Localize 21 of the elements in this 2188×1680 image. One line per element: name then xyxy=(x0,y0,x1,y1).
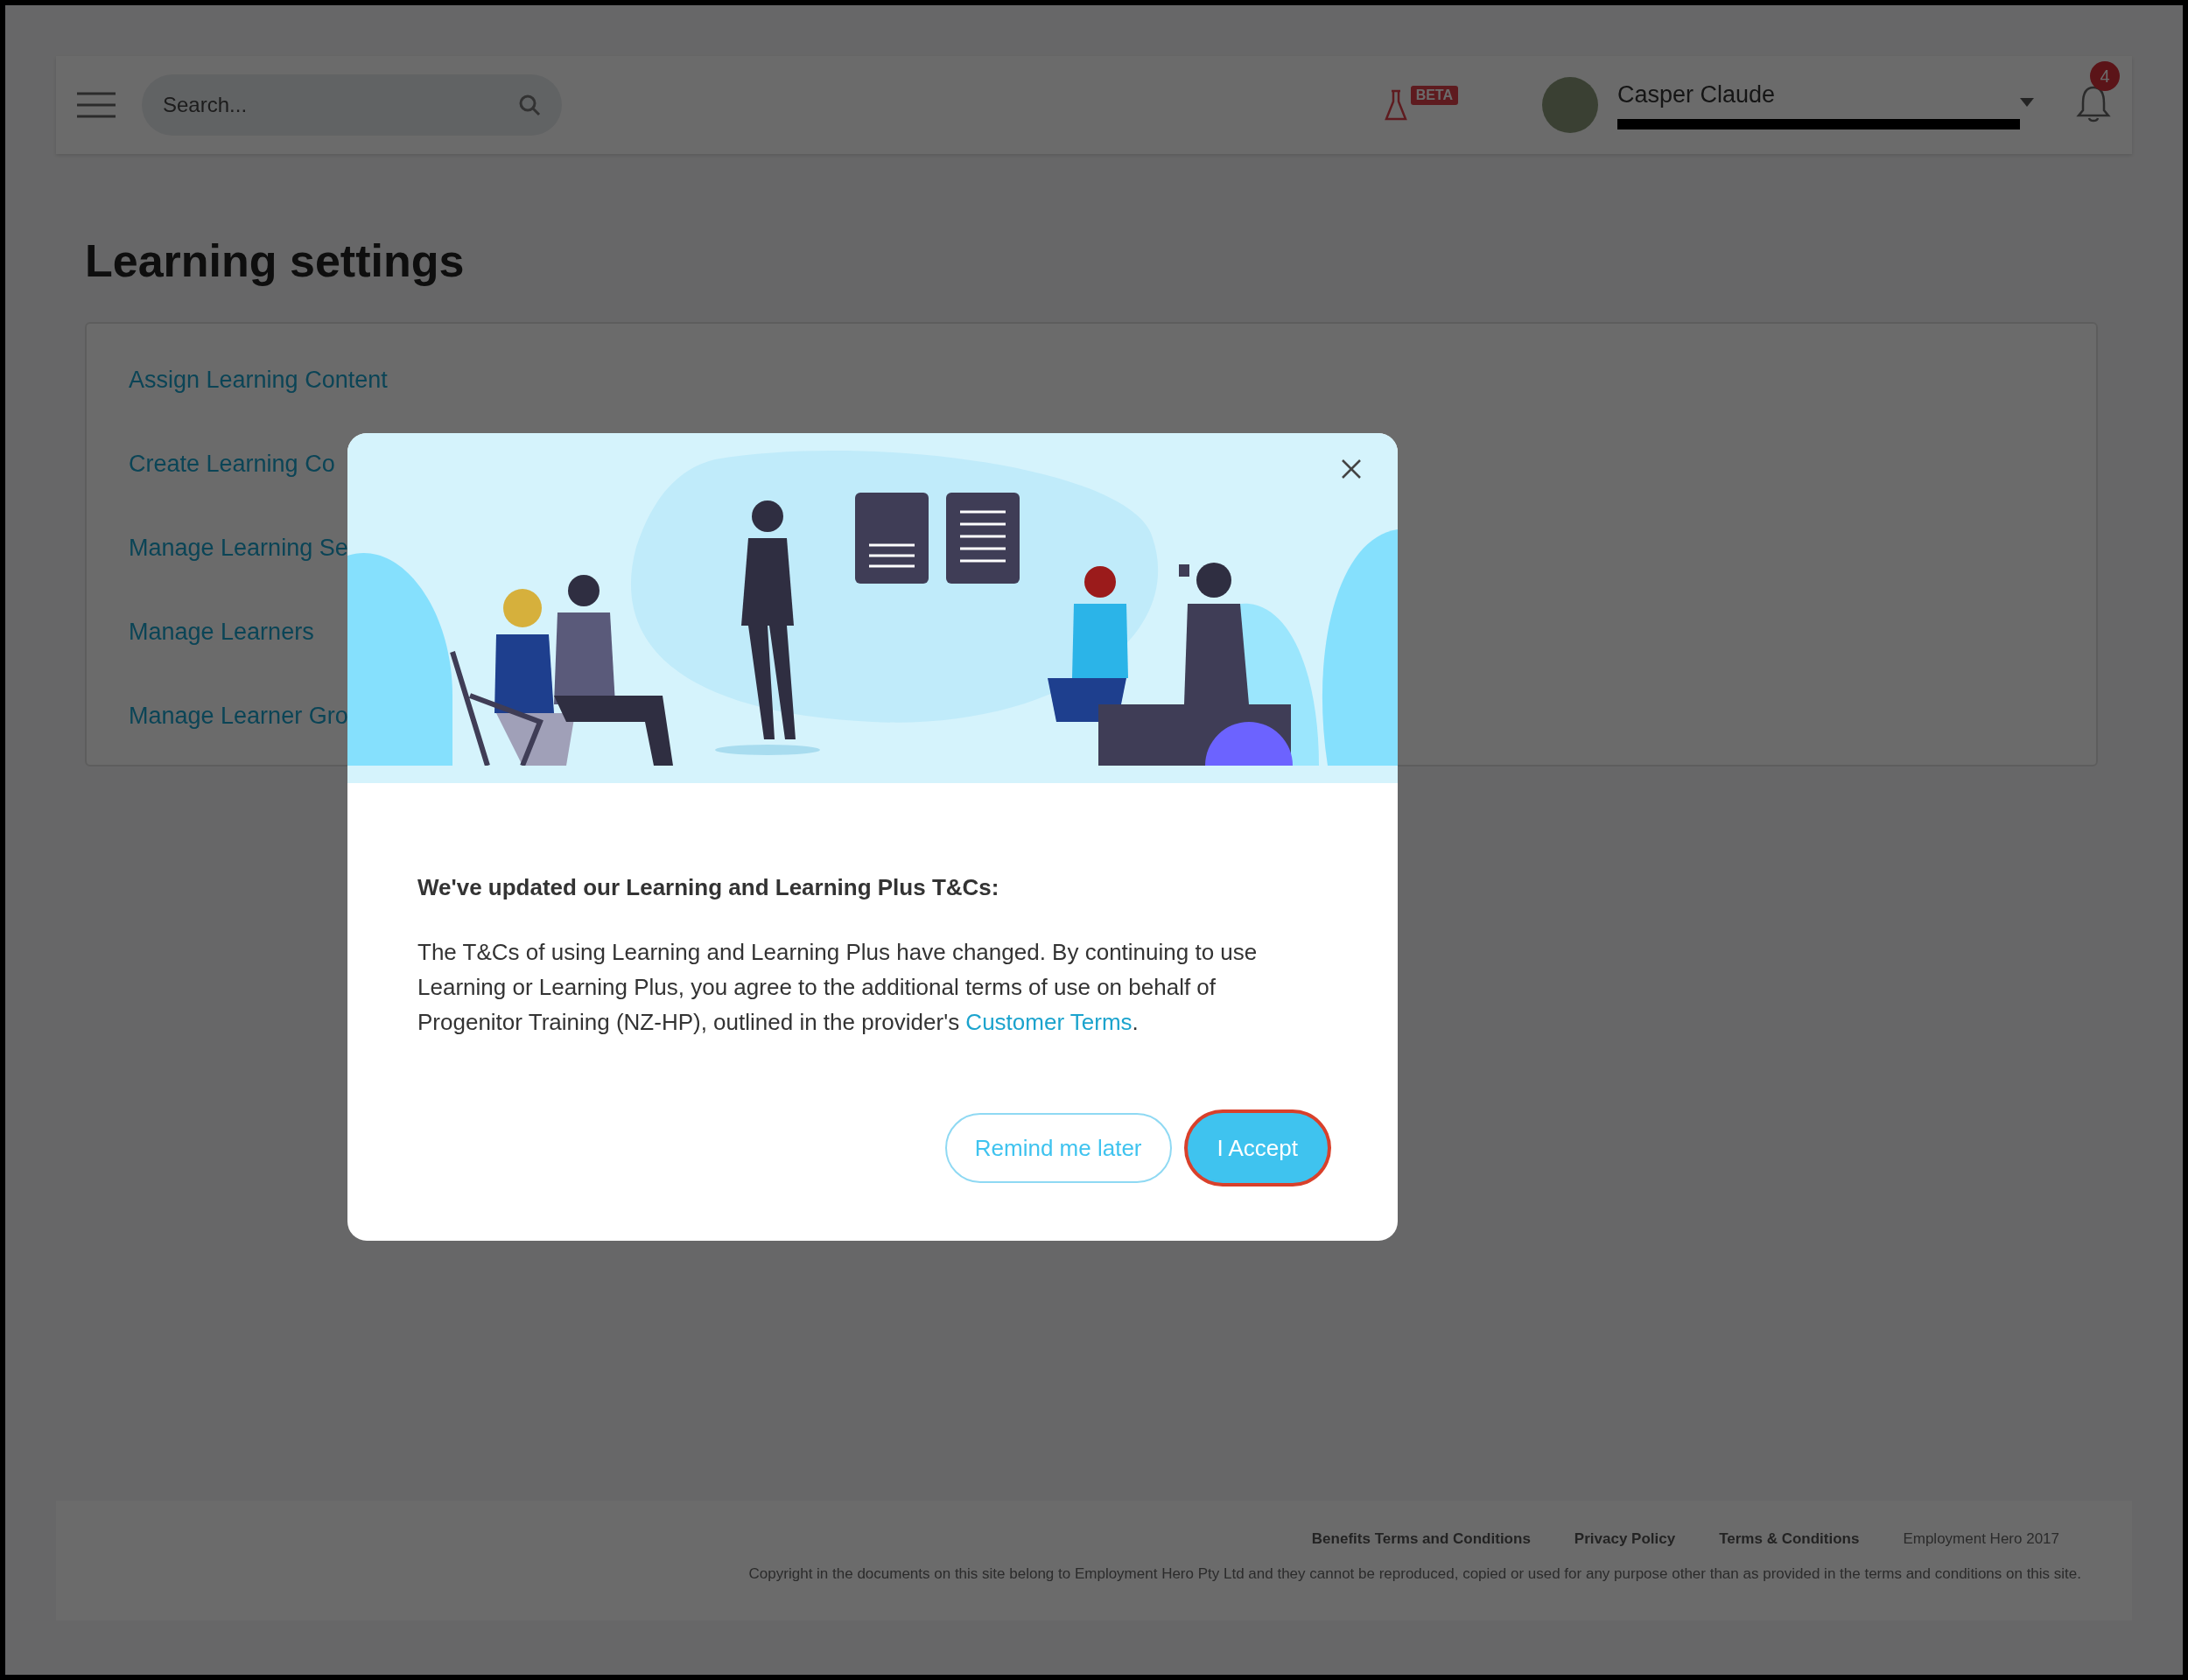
bell-icon[interactable] xyxy=(2076,84,2111,122)
dialog-heading: We've updated our Learning and Learning Plus T&Cs: xyxy=(417,874,1000,901)
close-icon xyxy=(1342,459,1361,479)
footer-link[interactable]: Benefits Terms and Conditions xyxy=(1311,1530,1531,1548)
page-title: Learning settings xyxy=(85,234,466,287)
beta-badge: BETA xyxy=(1410,86,1458,105)
footer-link[interactable]: Terms & Conditions xyxy=(1719,1530,1860,1548)
menu-icon[interactable] xyxy=(77,92,116,118)
flask-icon[interactable] xyxy=(1384,89,1407,121)
notification-count: 4 xyxy=(2090,61,2120,91)
settings-link[interactable]: Assign Learning Content xyxy=(129,338,2054,422)
customer-terms-link[interactable]: Customer Terms xyxy=(965,1009,1133,1035)
search-icon[interactable] xyxy=(518,94,541,116)
dialog-text: The T&Cs of using Learning and Learning Plus have changed. By continuing to use Learning or Learning Plus, you agree to the additional terms of use on behalf of Progenitor Training (NZ-HP), outlined in the provider's Customer Terms. xyxy=(417,938,1259,1037)
user-name[interactable]: Casper Claude xyxy=(1617,80,2020,108)
footer-brand: Employment Hero 2017 xyxy=(1903,1530,2059,1548)
footer-link[interactable]: Privacy Policy xyxy=(1574,1530,1676,1548)
search-field[interactable]: Search... xyxy=(142,74,562,136)
remind-button[interactable]: Remind me later xyxy=(944,1113,1172,1183)
copyright-text: Copyright in the documents on this site belong to Employment Hero Pty Ltd and they cannot be reproduced, copied or used for any purpose other than as provided in the terms and conditions on this site. xyxy=(748,1565,2081,1583)
caret-icon[interactable] xyxy=(2020,98,2034,107)
